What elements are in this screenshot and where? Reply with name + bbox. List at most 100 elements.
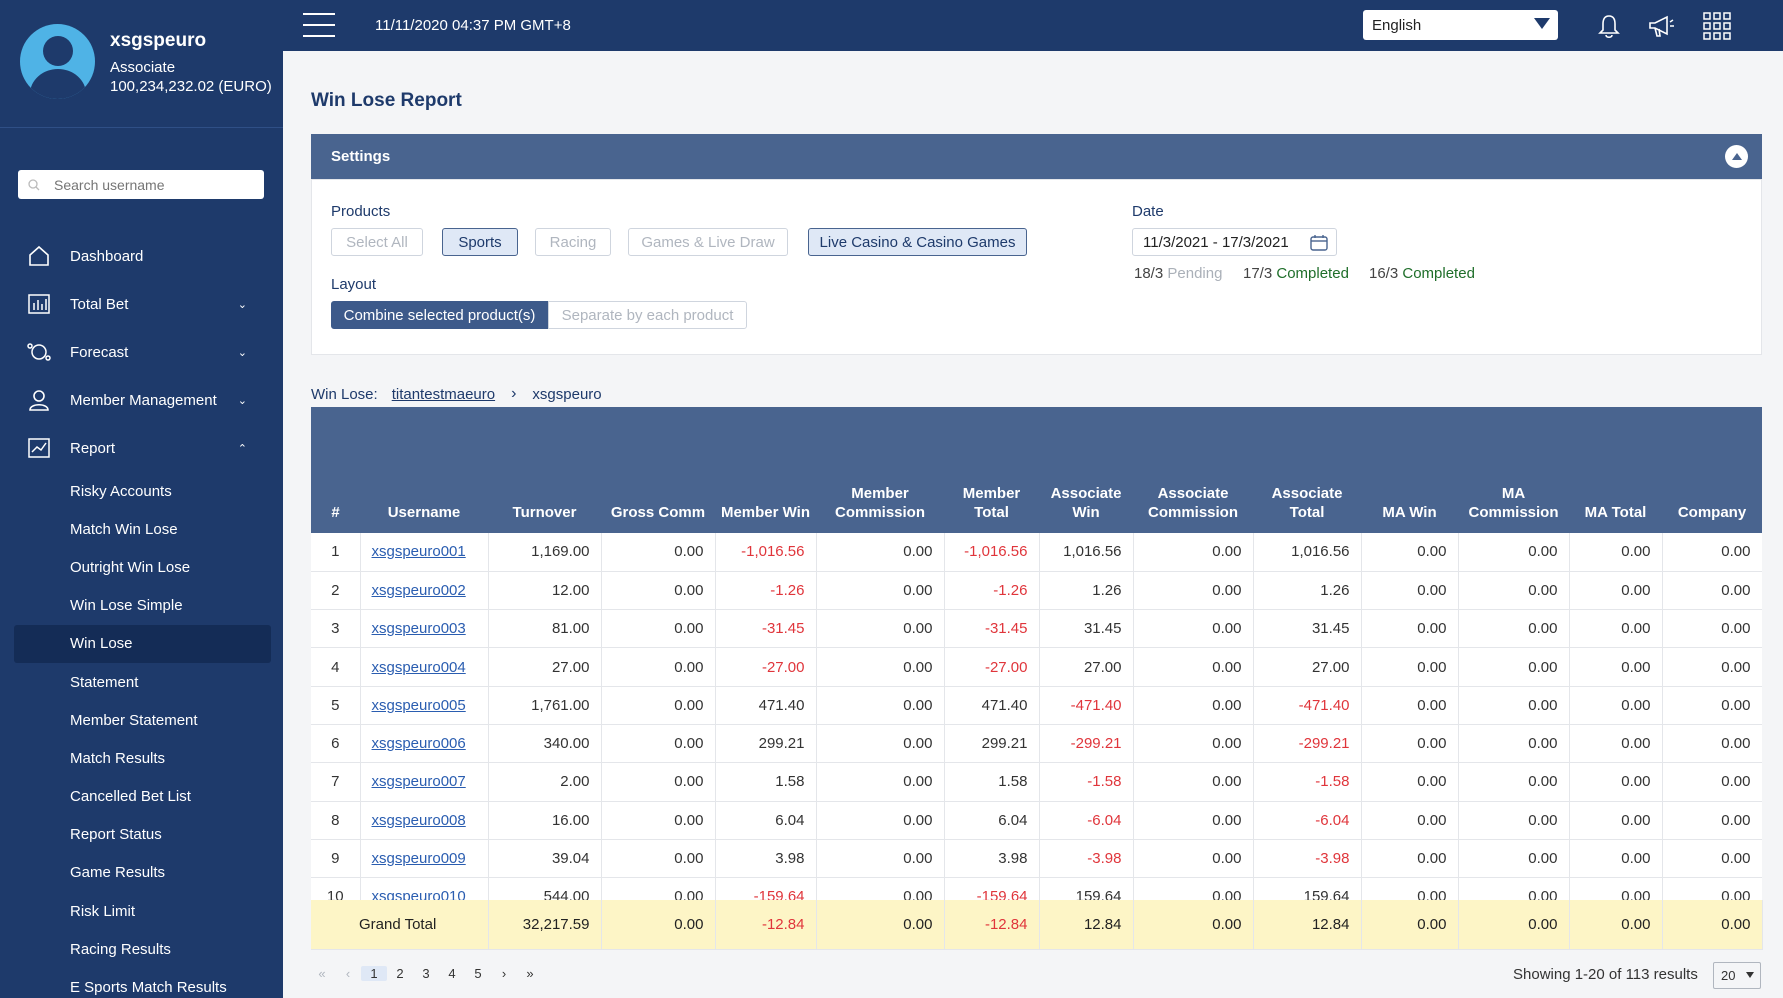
pagination: « ‹ 1 2 3 4 5 ›»	[309, 966, 543, 981]
menu-icon[interactable]	[303, 13, 335, 37]
sidebar-item-dashboard[interactable]: Dashboard	[0, 232, 283, 280]
sidebar-subitem-match-win-lose[interactable]: Match Win Lose	[0, 510, 283, 548]
table-row: 7 xsgspeuro007 2.00 0.00 1.58 0.00 1.58 -1.58 0.…	[311, 762, 1762, 802]
page-4-button[interactable]: 4	[439, 966, 465, 981]
column-header[interactable]: Username	[360, 407, 488, 533]
sidebar-subitem-win-lose[interactable]: Win Lose	[14, 624, 271, 663]
page-title: Win Lose Report	[311, 90, 462, 111]
table-cell: -299.21	[1039, 724, 1134, 764]
sidebar-subitem-risky-accounts[interactable]: Risky Accounts	[0, 472, 283, 510]
username-link[interactable]: xsgspeuro007	[372, 773, 466, 790]
collapse-button[interactable]	[1725, 145, 1748, 168]
page-1-button[interactable]: 1	[361, 966, 387, 981]
status-completed: 16/3 Completed	[1369, 265, 1475, 282]
table-cell: 0.00	[1662, 571, 1762, 611]
sidebar-subitem-match-results[interactable]: Match Results	[0, 739, 283, 777]
table-cell: 0.00	[1361, 647, 1459, 687]
first-page-icon[interactable]: «	[309, 966, 335, 981]
chevron-up-icon: ⌃	[237, 443, 247, 455]
megaphone-icon[interactable]	[1647, 12, 1675, 40]
sidebar-subitem-e-sports-match-results[interactable]: E Sports Match Results	[0, 968, 283, 998]
product-live-casino[interactable]: Live Casino & Casino Games	[808, 228, 1027, 256]
username-link[interactable]: xsgspeuro009	[372, 850, 466, 867]
username-link[interactable]: xsgspeuro005	[372, 697, 466, 714]
table-cell: 0.00	[1662, 762, 1762, 802]
chevron-down-icon: ⌄	[237, 299, 247, 311]
table-cell: 0.00	[1458, 533, 1570, 572]
page-size-select[interactable]: 20	[1713, 962, 1761, 989]
table-cell: 0.00	[601, 609, 716, 649]
sidebar-item-label: Member Management	[70, 391, 217, 409]
avatar[interactable]	[20, 24, 95, 99]
table-cell: -299.21	[1253, 724, 1362, 764]
sidebar-subitem-racing-results[interactable]: Racing Results	[0, 930, 283, 968]
table-cell: 0.00	[601, 571, 716, 611]
report-submenu: Risky Accounts Match Win Lose Outright Win…	[0, 472, 283, 998]
sidebar-item-report[interactable]: Report ⌃	[0, 424, 283, 472]
sidebar-subitem-report-status[interactable]: Report Status	[0, 816, 283, 854]
dropdown-arrow-icon	[1746, 972, 1754, 978]
settings-header[interactable]: Settings	[311, 134, 1762, 179]
sidebar-subitem-game-results[interactable]: Game Results	[0, 854, 283, 892]
layout-combine-button[interactable]: Combine selected product(s)	[331, 301, 548, 329]
date-range-input[interactable]: 11/3/2021 - 17/3/2021	[1132, 228, 1337, 256]
next-page-icon[interactable]: ›	[491, 966, 517, 981]
sidebar-nav: Dashboard Total Bet ⌄ Forecast ⌄ Member …	[0, 232, 283, 998]
grand-total-cell: 0.00	[1133, 900, 1254, 950]
table-cell: 0.00	[1133, 839, 1254, 879]
user-icon	[26, 387, 52, 413]
product-select-all[interactable]: Select All	[331, 228, 423, 256]
chevron-down-icon: ⌄	[237, 395, 247, 407]
sidebar-subitem-outright-win-lose[interactable]: Outright Win Lose	[0, 548, 283, 586]
username-link[interactable]: xsgspeuro003	[372, 620, 466, 637]
sidebar-subitem-win-lose-simple[interactable]: Win Lose Simple	[0, 587, 283, 625]
table-cell: 81.00	[488, 609, 602, 649]
language-select[interactable]: English	[1363, 10, 1558, 40]
table-cell: 0.00	[1133, 686, 1254, 725]
table-cell: xsgspeuro005	[360, 686, 489, 725]
username-link[interactable]: xsgspeuro001	[372, 543, 466, 560]
prev-page-icon[interactable]: ‹	[335, 966, 361, 981]
product-games-live-draw[interactable]: Games & Live Draw	[628, 228, 788, 256]
table-cell: 39.04	[488, 839, 602, 879]
grand-total-cell: 0.00	[1662, 900, 1763, 950]
column-header: MA Total	[1569, 407, 1662, 533]
sidebar-subitem-risk-limit[interactable]: Risk Limit	[0, 892, 283, 930]
page-2-button[interactable]: 2	[387, 966, 413, 981]
sidebar-item-total-bet[interactable]: Total Bet ⌄	[0, 280, 283, 328]
breadcrumb-link[interactable]: titantestmaeuro	[392, 386, 495, 403]
table-cell: -1.58	[1039, 762, 1134, 802]
table-cell: 0.00	[1361, 762, 1459, 802]
sidebar-item-member-management[interactable]: Member Management ⌄	[0, 376, 283, 424]
calendar-icon[interactable]	[1310, 234, 1328, 251]
apps-grid-icon[interactable]	[1703, 12, 1731, 40]
page-5-button[interactable]: 5	[465, 966, 491, 981]
sidebar-subitem-cancelled-bet-list[interactable]: Cancelled Bet List	[0, 778, 283, 816]
table-cell: 0.00	[1569, 647, 1663, 687]
table-cell: -3.98	[1253, 839, 1362, 879]
page-3-button[interactable]: 3	[413, 966, 439, 981]
username-link[interactable]: xsgspeuro008	[372, 812, 466, 829]
table-cell: 0.00	[601, 801, 716, 840]
table-cell: 0.00	[1662, 686, 1762, 725]
sidebar-subitem-statement[interactable]: Statement	[0, 663, 283, 701]
settings-title: Settings	[331, 148, 391, 165]
layout-separate-button[interactable]: Separate by each product	[548, 301, 747, 329]
last-page-icon[interactable]: »	[517, 966, 543, 981]
column-header: Company	[1662, 407, 1762, 533]
column-header: Gross Comm	[601, 407, 715, 533]
column-header: MA Win	[1361, 407, 1458, 533]
table-cell: 0.00	[816, 533, 945, 572]
product-sports[interactable]: Sports	[442, 228, 518, 256]
sidebar-item-forecast[interactable]: Forecast ⌄	[0, 328, 283, 376]
search-input[interactable]	[54, 176, 254, 193]
username-link[interactable]: xsgspeuro006	[372, 735, 466, 752]
product-racing[interactable]: Racing	[535, 228, 611, 256]
username-link[interactable]: xsgspeuro004	[372, 659, 466, 676]
breadcrumb-label: Win Lose:	[311, 385, 378, 403]
table-cell: xsgspeuro006	[360, 724, 489, 764]
table-cell: 0.00	[816, 647, 945, 687]
sidebar-subitem-member-statement[interactable]: Member Statement	[0, 701, 283, 739]
username-link[interactable]: xsgspeuro002	[372, 582, 466, 599]
bell-icon[interactable]	[1595, 12, 1623, 40]
